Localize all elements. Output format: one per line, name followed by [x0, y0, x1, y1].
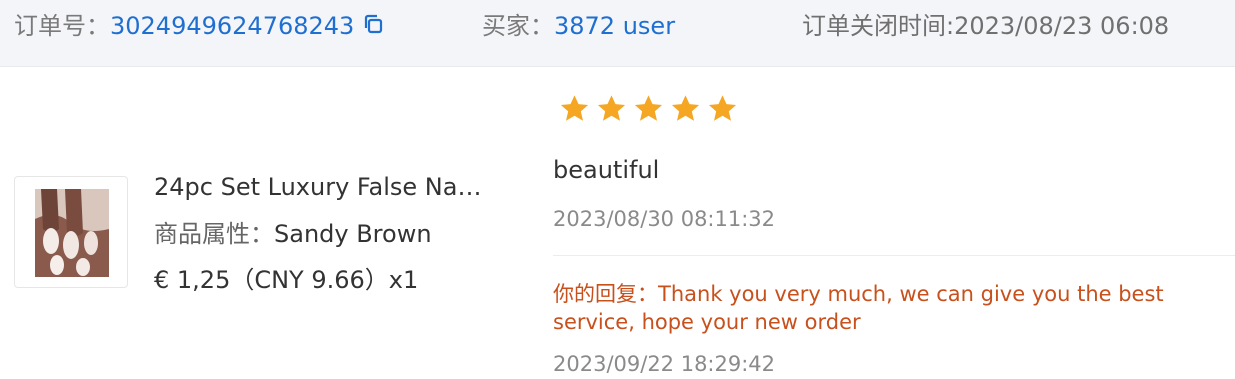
product-price: € 1,25（CNY 9.66）x1 — [154, 266, 419, 294]
buyer-link[interactable]: 3872 user — [554, 12, 675, 40]
order-header: 订单号：3024949624768243 买家：3872 user 订单关闭时间… — [0, 0, 1235, 67]
buyer-label: 买家： — [482, 12, 554, 40]
order-number-group: 订单号：3024949624768243 — [14, 11, 384, 42]
star-icon — [671, 95, 700, 121]
product-thumbnail[interactable] — [14, 176, 128, 288]
reply-date: 2023/09/22 18:29:42 — [553, 352, 776, 376]
product-attribute: 商品属性：Sandy Brown — [154, 219, 432, 249]
seller-reply: 你的回复：Thank you very much, we can give yo… — [553, 280, 1235, 336]
order-number-link[interactable]: 3024949624768243 — [110, 12, 354, 40]
reply-label: 你的回复： — [553, 282, 658, 306]
product-attribute-value: Sandy Brown — [274, 220, 432, 248]
review-date: 2023/08/30 08:11:32 — [553, 207, 776, 231]
review-text: beautiful — [553, 156, 660, 184]
copy-icon[interactable] — [362, 12, 384, 42]
rating-stars — [559, 93, 744, 128]
star-icon — [708, 95, 737, 121]
star-icon — [560, 95, 589, 121]
product-attribute-label: 商品属性： — [154, 220, 274, 248]
product-title[interactable]: 24pc Set Luxury False Nai... — [154, 172, 484, 202]
order-close-time: 订单关闭时间:2023/08/23 06:08 — [802, 12, 1170, 40]
buyer-group: 买家：3872 user — [482, 11, 675, 41]
nail-product-thumbnail — [35, 189, 109, 277]
divider — [553, 255, 1235, 256]
star-icon — [597, 95, 626, 121]
star-icon — [634, 95, 663, 121]
order-number-label: 订单号： — [14, 12, 110, 40]
